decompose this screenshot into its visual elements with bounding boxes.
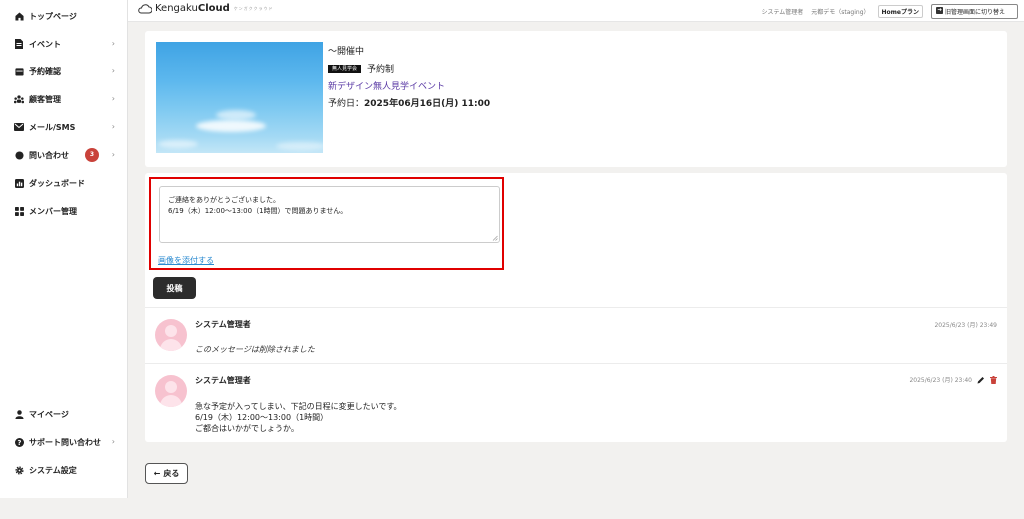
sidebar-item-mypage[interactable]: マイページ — [0, 405, 128, 423]
message-author: システム管理者 — [195, 320, 251, 329]
reply-form-highlight: ご連絡をありがとうございました。 6/19（木）12:00〜13:00（1時間）… — [149, 177, 504, 270]
back-label: 戻る — [163, 469, 180, 478]
avatar — [155, 319, 187, 351]
avatar — [155, 375, 187, 407]
sidebar-item-label: システム設定 — [29, 465, 77, 475]
document-icon — [14, 39, 24, 49]
message-item: システム管理者 2025/6/23 (月) 23:49 このメッセージは削除され… — [145, 307, 1007, 363]
chevron-right-icon: › — [111, 437, 115, 446]
topbar-right: システム管理者 元都デモ（staging） Homeプラン 旧管理画面に切り替え — [761, 4, 1018, 19]
event-tags: 無人見学会 予約制 — [328, 61, 490, 79]
topbar: Kengaku Cloud ケンガククラウド システム管理者 元都デモ（stagi… — [128, 0, 1024, 22]
sidebar-item-settings[interactable]: システム設定 — [0, 461, 128, 479]
grid-icon — [14, 206, 24, 216]
message-textarea[interactable]: ご連絡をありがとうございました。 6/19（木）12:00〜13:00（1時間）… — [159, 186, 500, 243]
message-item: システム管理者 2025/6/23 (月) 23:40 急な予定が入ってしまい、… — [145, 363, 1007, 442]
logo-text-bold: Cloud — [197, 3, 230, 14]
sidebar-item-label: サポート問い合わせ — [29, 437, 101, 447]
post-button[interactable]: 投稿 — [153, 277, 196, 299]
sidebar-item-label: ダッシュボード — [29, 178, 85, 188]
sidebar-item-dashboard[interactable]: ダッシュボード — [0, 174, 128, 192]
sidebar-item-label: トップページ — [29, 11, 77, 21]
chevron-right-icon: › — [111, 122, 115, 131]
event-card: 〜開催中 無人見学会 予約制 新デザイン無人見学イベント 予約日：2025年06月… — [145, 31, 1007, 167]
switch-icon — [935, 7, 943, 16]
plan-badge: Homeプラン — [877, 5, 923, 18]
event-status: 〜開催中 — [328, 47, 365, 57]
reservation-type: 予約制 — [367, 65, 395, 75]
message-time: 2025/6/23 (月) 23:49 — [934, 322, 997, 329]
chevron-right-icon: › — [111, 66, 115, 75]
cloud-logo-icon — [138, 3, 152, 13]
chat-icon — [14, 150, 24, 160]
arrow-left-icon: ← — [153, 469, 161, 478]
logo-text: Kengaku — [155, 3, 198, 14]
users-icon — [14, 94, 24, 104]
chart-icon — [14, 178, 24, 188]
sidebar: トップページ イベント › 予約確認 › 顧客管理 › メール/SMS › 問い… — [0, 0, 128, 498]
event-title-link[interactable]: 新デザイン無人見学イベント — [328, 79, 490, 96]
resize-handle-icon[interactable] — [492, 235, 498, 241]
message-body: 急な予定が入ってしまい、下記の日程に変更したいです。 6/19（木）12:00〜… — [195, 402, 402, 433]
event-info: 〜開催中 無人見学会 予約制 新デザイン無人見学イベント 予約日：2025年06月… — [328, 44, 490, 113]
gear-icon — [14, 465, 24, 475]
sidebar-item-customers[interactable]: 顧客管理 › — [0, 90, 128, 108]
back-button[interactable]: ← 戻る — [145, 463, 188, 484]
sidebar-item-label: メンバー管理 — [29, 206, 77, 216]
message-author: システム管理者 — [195, 376, 251, 385]
unread-count-badge: 3 — [85, 148, 99, 162]
event-category-tag: 無人見学会 — [328, 65, 362, 73]
svg-text:?: ? — [17, 439, 21, 447]
message-thread-card: ご連絡をありがとうございました。 6/19（木）12:00〜13:00（1時間）… — [145, 173, 1007, 442]
current-user[interactable]: システム管理者 — [761, 7, 803, 16]
sidebar-item-label: 予約確認 — [29, 66, 61, 76]
sidebar-item-label: イベント — [29, 39, 61, 49]
trash-icon[interactable] — [990, 375, 997, 384]
sidebar-item-label: メール/SMS — [29, 122, 76, 132]
chevron-right-icon: › — [111, 94, 115, 103]
calendar-icon — [14, 66, 24, 76]
sidebar-item-reservation[interactable]: 予約確認 › — [0, 62, 128, 80]
sidebar-item-inquiry[interactable]: 問い合わせ 3 › — [0, 146, 128, 164]
sidebar-item-label: 顧客管理 — [29, 94, 61, 104]
reservation-date-value: 2025年06月16日(月) 11:00 — [364, 99, 491, 109]
sidebar-item-label: 問い合わせ — [29, 150, 69, 160]
edit-icon[interactable] — [977, 376, 985, 384]
reservation-date: 予約日：2025年06月16日(月) 11:00 — [328, 96, 490, 113]
sidebar-item-mail[interactable]: メール/SMS › — [0, 118, 128, 136]
attach-image-link[interactable]: 画像を添付する — [158, 255, 214, 266]
sidebar-item-label: マイページ — [29, 409, 69, 419]
home-icon — [14, 11, 24, 21]
current-company[interactable]: 元都デモ（staging） — [811, 7, 869, 16]
sidebar-item-event[interactable]: イベント › — [0, 35, 128, 53]
sidebar-item-members[interactable]: メンバー管理 — [0, 202, 128, 220]
switch-legacy-admin-label: 旧管理画面に切り替え — [944, 9, 1005, 16]
message-time: 2025/6/23 (月) 23:40 — [909, 377, 972, 384]
logo-subtitle: ケンガククラウド — [233, 5, 274, 11]
user-icon — [14, 409, 24, 419]
help-icon: ? — [14, 437, 24, 447]
mail-icon — [14, 122, 24, 132]
message-body: このメッセージは削除されました — [195, 345, 315, 354]
message-meta: 2025/6/23 (月) 23:40 — [909, 375, 997, 384]
chevron-right-icon: › — [111, 39, 115, 48]
chevron-right-icon: › — [111, 150, 115, 159]
sidebar-item-support[interactable]: ? サポート問い合わせ › — [0, 433, 128, 451]
reservation-date-label: 予約日： — [328, 99, 365, 109]
sidebar-item-top[interactable]: トップページ — [0, 7, 128, 25]
switch-legacy-admin-button[interactable]: 旧管理画面に切り替え — [930, 4, 1018, 19]
event-image — [156, 42, 323, 153]
app-logo[interactable]: Kengaku Cloud ケンガククラウド — [138, 3, 274, 14]
